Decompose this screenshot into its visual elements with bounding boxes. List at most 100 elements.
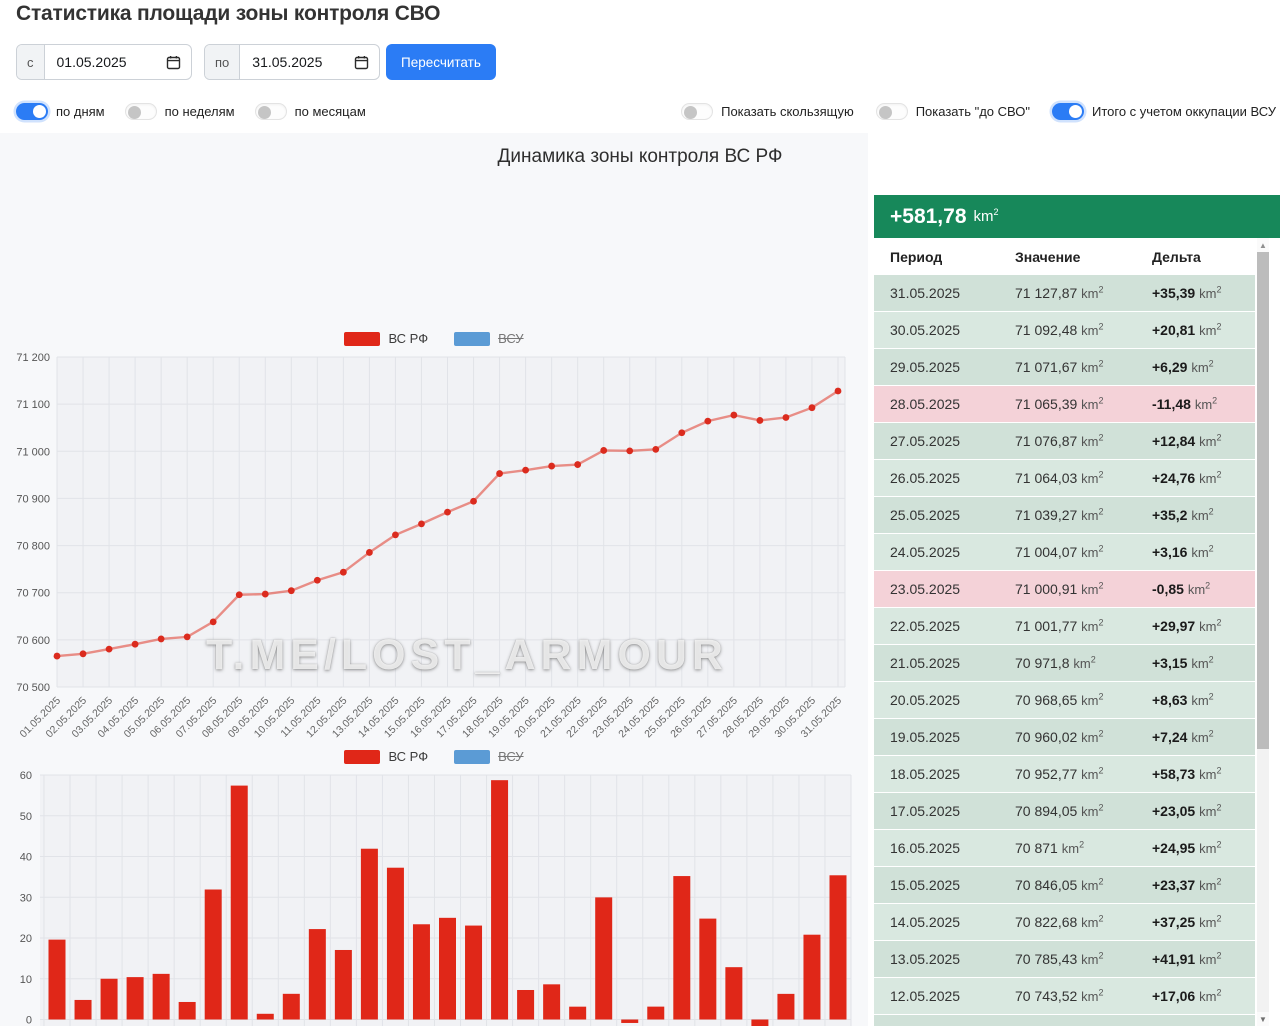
row-period: 14.05.2025	[874, 914, 1015, 930]
row-value: 71 001,77 km2	[1015, 618, 1152, 634]
row-period: 12.05.2025	[874, 988, 1015, 1004]
row-period: 29.05.2025	[874, 359, 1015, 375]
row-period: 23.05.2025	[874, 581, 1015, 597]
row-period: 31.05.2025	[874, 285, 1015, 301]
col-value: Значение	[1015, 249, 1152, 265]
toggle-switch[interactable]	[1052, 103, 1084, 120]
table-row: 19.05.202570 960,02 km2+7,24 km2	[874, 719, 1255, 755]
calendar-icon[interactable]	[354, 45, 379, 79]
toggle-label: Итого с учетом оккупации ВСУ	[1092, 104, 1276, 119]
table-row: 28.05.202571 065,39 km2-11,48 km2	[874, 386, 1255, 422]
row-delta: +37,25 km2	[1152, 914, 1255, 930]
row-period: 17.05.2025	[874, 803, 1015, 819]
toggle-knob	[1069, 105, 1082, 118]
toggle-switch[interactable]	[255, 103, 287, 120]
row-value: 70 968,65 km2	[1015, 692, 1152, 708]
row-delta: -0,85 km2	[1152, 581, 1255, 597]
table-row: 14.05.202570 822,68 km2+37,25 km2	[874, 904, 1255, 940]
date-to-value[interactable]: 31.05.2025	[240, 45, 354, 79]
table-row: 29.05.202571 071,67 km2+6,29 km2	[874, 349, 1255, 385]
scroll-down-icon[interactable]: ▼	[1257, 1012, 1269, 1026]
dashboard-page: Статистика площади зоны контроля СВО с 0…	[0, 0, 1280, 1026]
row-value: 71 076,87 km2	[1015, 433, 1152, 449]
row-value: 70 960,02 km2	[1015, 729, 1152, 745]
svg-text:71 000: 71 000	[16, 446, 50, 458]
table-scrollbar[interactable]: ▲ ▼	[1257, 238, 1269, 1026]
row-period: 13.05.2025	[874, 951, 1015, 967]
row-value: 70 894,05 km2	[1015, 803, 1152, 819]
toggle-switch[interactable]	[125, 103, 157, 120]
date-to-input[interactable]: по 31.05.2025	[204, 44, 380, 80]
svg-text:70 600: 70 600	[16, 635, 50, 647]
row-delta: +20,81 km2	[1152, 322, 1255, 338]
row-delta: +12,84 km2	[1152, 433, 1255, 449]
bar-chart-svg: 6050403020100-10-2001.05.202502.05.20250…	[0, 766, 868, 1026]
table-row: 24.05.202571 004,07 km2+3,16 km2	[874, 534, 1255, 570]
toggle-label: по неделям	[165, 104, 235, 119]
row-period: 18.05.2025	[874, 766, 1015, 782]
stats-table-panel: +581,78 km2 Период Значение Дельта 31.05…	[874, 195, 1280, 1026]
toggle-switch[interactable]	[876, 103, 908, 120]
row-delta: +24,95 km2	[1152, 840, 1255, 856]
svg-text:20: 20	[20, 933, 32, 945]
charts-panel: ВС РФВСУ 71 20071 10071 00070 90070 8007…	[0, 133, 868, 1026]
date-from-input[interactable]: с 01.05.2025	[16, 44, 192, 80]
legend-swatch	[454, 750, 490, 764]
toggle-по-месяцам: по месяцам	[255, 103, 366, 120]
date-from-value[interactable]: 01.05.2025	[45, 45, 167, 79]
date-to-prefix: по	[205, 45, 240, 79]
row-delta: +8,63 km2	[1152, 692, 1255, 708]
toggle-switch[interactable]	[16, 103, 48, 120]
row-value: 71 064,03 km2	[1015, 470, 1152, 486]
toggle-switch[interactable]	[681, 103, 713, 120]
table-header: Период Значение Дельта	[874, 238, 1255, 275]
row-value: 70 971,8 km2	[1015, 655, 1152, 671]
svg-text:71 200: 71 200	[16, 352, 50, 364]
row-period: 19.05.2025	[874, 729, 1015, 745]
toggle-показать-до-сво-: Показать "до СВО"	[876, 103, 1030, 120]
toggle-по-дням: по дням	[16, 103, 105, 120]
svg-text:40: 40	[20, 852, 32, 864]
col-period: Период	[874, 249, 1015, 265]
row-delta: +35,39 km2	[1152, 285, 1255, 301]
recalculate-button[interactable]: Пересчитать	[386, 44, 496, 80]
table-row: 13.05.202570 785,43 km2+41,91 km2	[874, 941, 1255, 977]
toggle-knob	[258, 106, 271, 119]
row-value: 70 822,68 km2	[1015, 914, 1152, 930]
row-value: 71 039,27 km2	[1015, 507, 1152, 523]
table-row: 31.05.202571 127,87 km2+35,39 km2	[874, 275, 1255, 311]
row-value: 70 952,77 km2	[1015, 766, 1152, 782]
legend-swatch	[344, 750, 380, 764]
scrollbar-thumb[interactable]	[1257, 252, 1269, 749]
toggle-knob	[684, 106, 697, 119]
svg-text:70 800: 70 800	[16, 541, 50, 553]
row-value: 71 000,91 km2	[1015, 581, 1152, 597]
table-row: 30.05.202571 092,48 km2+20,81 km2	[874, 312, 1255, 348]
table-row: 18.05.202570 952,77 km2+58,73 km2	[874, 756, 1255, 792]
row-period: 24.05.2025	[874, 544, 1015, 560]
toggle-по-неделям: по неделям	[125, 103, 235, 120]
row-value: 71 065,39 km2	[1015, 396, 1152, 412]
svg-text:0: 0	[26, 1015, 32, 1026]
table-row: 15.05.202570 846,05 km2+23,37 km2	[874, 867, 1255, 903]
legend-item-vsu[interactable]: ВСУ	[454, 749, 523, 764]
granularity-toggles: по дням по неделям по месяцам	[16, 103, 386, 120]
scroll-up-icon[interactable]: ▲	[1257, 238, 1269, 252]
toggle-knob	[128, 106, 141, 119]
toggle-итого-с-учетом-оккупации-всу: Итого с учетом оккупации ВСУ	[1052, 103, 1276, 120]
row-delta: +6,29 km2	[1152, 359, 1255, 375]
row-value: 70 743,52 km2	[1015, 988, 1152, 1004]
table-row: 17.05.202570 894,05 km2+23,05 km2	[874, 793, 1255, 829]
toggle-label: по дням	[56, 104, 105, 119]
table-row: 27.05.202571 076,87 km2+12,84 km2	[874, 423, 1255, 459]
calendar-icon[interactable]	[166, 45, 191, 79]
bar-chart-legend: ВС РФ ВСУ	[0, 749, 868, 764]
row-delta: +23,05 km2	[1152, 803, 1255, 819]
row-delta: +29,97 km2	[1152, 618, 1255, 634]
row-value: 71 071,67 km2	[1015, 359, 1152, 375]
table-row: 20.05.202570 968,65 km2+8,63 km2	[874, 682, 1255, 718]
legend-item-vs-rf[interactable]: ВС РФ	[344, 749, 428, 764]
row-period: 16.05.2025	[874, 840, 1015, 856]
bar-chart: 6050403020100-10-2001.05.202502.05.20250…	[0, 766, 868, 1026]
table-row: 22.05.202571 001,77 km2+29,97 km2	[874, 608, 1255, 644]
